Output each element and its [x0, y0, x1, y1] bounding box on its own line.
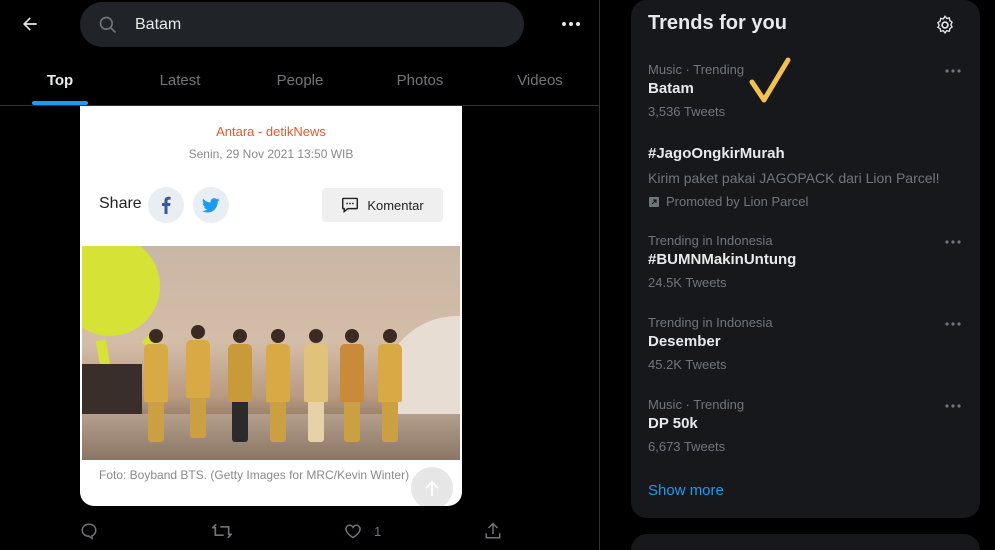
like-button[interactable]: 1 — [344, 518, 381, 544]
stage-sun-graphic — [82, 246, 160, 336]
search-header — [0, 0, 600, 52]
komentar-button[interactable]: Komentar — [322, 188, 443, 222]
next-sidebar-panel — [631, 534, 980, 550]
scroll-to-top-button[interactable] — [411, 467, 453, 506]
performer — [340, 329, 364, 442]
more-options-button[interactable] — [556, 12, 586, 36]
performer — [266, 329, 290, 442]
heart-icon — [345, 524, 361, 539]
trend-meta: Trending in Indonesia — [648, 315, 773, 330]
tab-label: Videos — [517, 71, 563, 89]
trend-name: #BUMNMakinUntung — [648, 251, 797, 268]
trends-settings-button[interactable] — [933, 13, 957, 37]
main-column: Top Latest People Photos Videos Antara -… — [0, 0, 600, 550]
retweet-button[interactable] — [212, 518, 244, 544]
performer — [228, 329, 252, 442]
search-icon — [99, 16, 117, 34]
trend-meta: Music · Trending — [648, 62, 745, 77]
more-horizontal-icon — [945, 69, 961, 73]
tab-label: Latest — [159, 71, 201, 89]
trend-item[interactable]: Music · Trending DP 50k 6,673 Tweets — [631, 397, 980, 457]
trends-title: Trends for you — [648, 12, 787, 34]
tab-label: Top — [46, 71, 74, 89]
more-horizontal-icon — [945, 322, 961, 326]
share-facebook-button[interactable] — [148, 187, 184, 223]
tweet-actions: 1 — [80, 518, 510, 544]
trend-tweet-count: 45.2K Tweets — [648, 357, 727, 372]
checkmark-annotation-icon — [749, 57, 791, 103]
arrow-left-icon — [23, 17, 37, 31]
tab-videos[interactable]: Videos — [480, 55, 600, 105]
tab-latest[interactable]: Latest — [120, 55, 240, 105]
article-photo — [82, 246, 460, 460]
search-input[interactable] — [135, 12, 495, 38]
show-more-link[interactable]: Show more — [648, 482, 724, 499]
promoted-text: Promoted by Lion Parcel — [666, 194, 809, 209]
search-box[interactable] — [80, 2, 524, 47]
photo-caption: Foto: Boyband BTS. (Getty Images for MRC… — [99, 468, 410, 482]
trend-description: Kirim paket pakai JAGOPACK dari Lion Par… — [648, 170, 940, 186]
trend-item[interactable]: Music · Trending Batam 3,536 Tweets — [631, 62, 980, 122]
stage-sun-ray — [95, 339, 111, 367]
article-date: Senin, 29 Nov 2021 13:50 WIB — [188, 147, 354, 161]
facebook-icon — [162, 196, 171, 214]
trend-name: #JagoOngkirMurah — [648, 145, 785, 162]
performer — [144, 329, 168, 442]
performer — [304, 329, 328, 442]
performer — [378, 329, 402, 442]
twitter-icon — [202, 197, 220, 212]
trend-more-button[interactable] — [943, 399, 963, 413]
gear-icon — [937, 15, 953, 35]
trend-name: Desember — [648, 333, 721, 350]
tweet-image-card[interactable]: Antara - detikNews Senin, 29 Nov 2021 13… — [80, 106, 462, 506]
like-count: 1 — [374, 523, 382, 539]
tab-people[interactable]: People — [240, 55, 360, 105]
search-tabs: Top Latest People Photos Videos — [0, 55, 600, 106]
share-tweet-button[interactable] — [484, 518, 502, 544]
tab-label: People — [276, 71, 324, 89]
retweet-icon — [212, 523, 232, 539]
trend-name: Batam — [648, 80, 694, 97]
trend-item[interactable]: Trending in Indonesia Desember 45.2K Twe… — [631, 315, 980, 375]
komentar-label: Komentar — [367, 197, 424, 213]
trend-tweet-count: 24.5K Tweets — [648, 275, 727, 290]
arrow-up-icon — [425, 480, 439, 496]
trend-name: DP 50k — [648, 415, 698, 432]
back-button[interactable] — [14, 8, 46, 40]
tab-top[interactable]: Top — [0, 55, 120, 105]
tab-photos[interactable]: Photos — [360, 55, 480, 105]
share-twitter-button[interactable] — [193, 187, 229, 223]
trend-more-button[interactable] — [943, 317, 963, 331]
trend-meta: Music · Trending — [648, 397, 745, 412]
share-upload-icon — [485, 522, 501, 539]
promoted-label: Promoted by Lion Parcel — [648, 194, 808, 209]
comment-bubble-icon — [342, 197, 359, 213]
more-horizontal-icon — [945, 404, 961, 408]
reply-button[interactable] — [80, 518, 110, 544]
trend-tweet-count: 6,673 Tweets — [648, 439, 726, 454]
share-label: Share — [99, 195, 142, 212]
promoted-icon — [649, 196, 659, 207]
active-tab-indicator — [32, 101, 88, 105]
performer — [186, 325, 210, 438]
trend-tweet-count: 3,536 Tweets — [648, 104, 726, 119]
article-source: Antara - detikNews — [216, 124, 326, 139]
tab-label: Photos — [396, 71, 444, 89]
crowd-silhouette — [82, 364, 142, 414]
trends-panel: Trends for you Music · Trending Batam 3,… — [631, 0, 980, 518]
more-horizontal-icon — [945, 240, 961, 244]
trend-item[interactable]: Trending in Indonesia #BUMNMakinUntung 2… — [631, 233, 980, 293]
trend-more-button[interactable] — [943, 64, 963, 78]
trend-more-button[interactable] — [943, 235, 963, 249]
trend-item-promoted[interactable]: #JagoOngkirMurah Kirim paket pakai JAGOP… — [631, 128, 980, 209]
trend-meta: Trending in Indonesia — [648, 233, 773, 248]
reply-icon — [81, 523, 97, 540]
more-horizontal-icon — [562, 22, 580, 26]
